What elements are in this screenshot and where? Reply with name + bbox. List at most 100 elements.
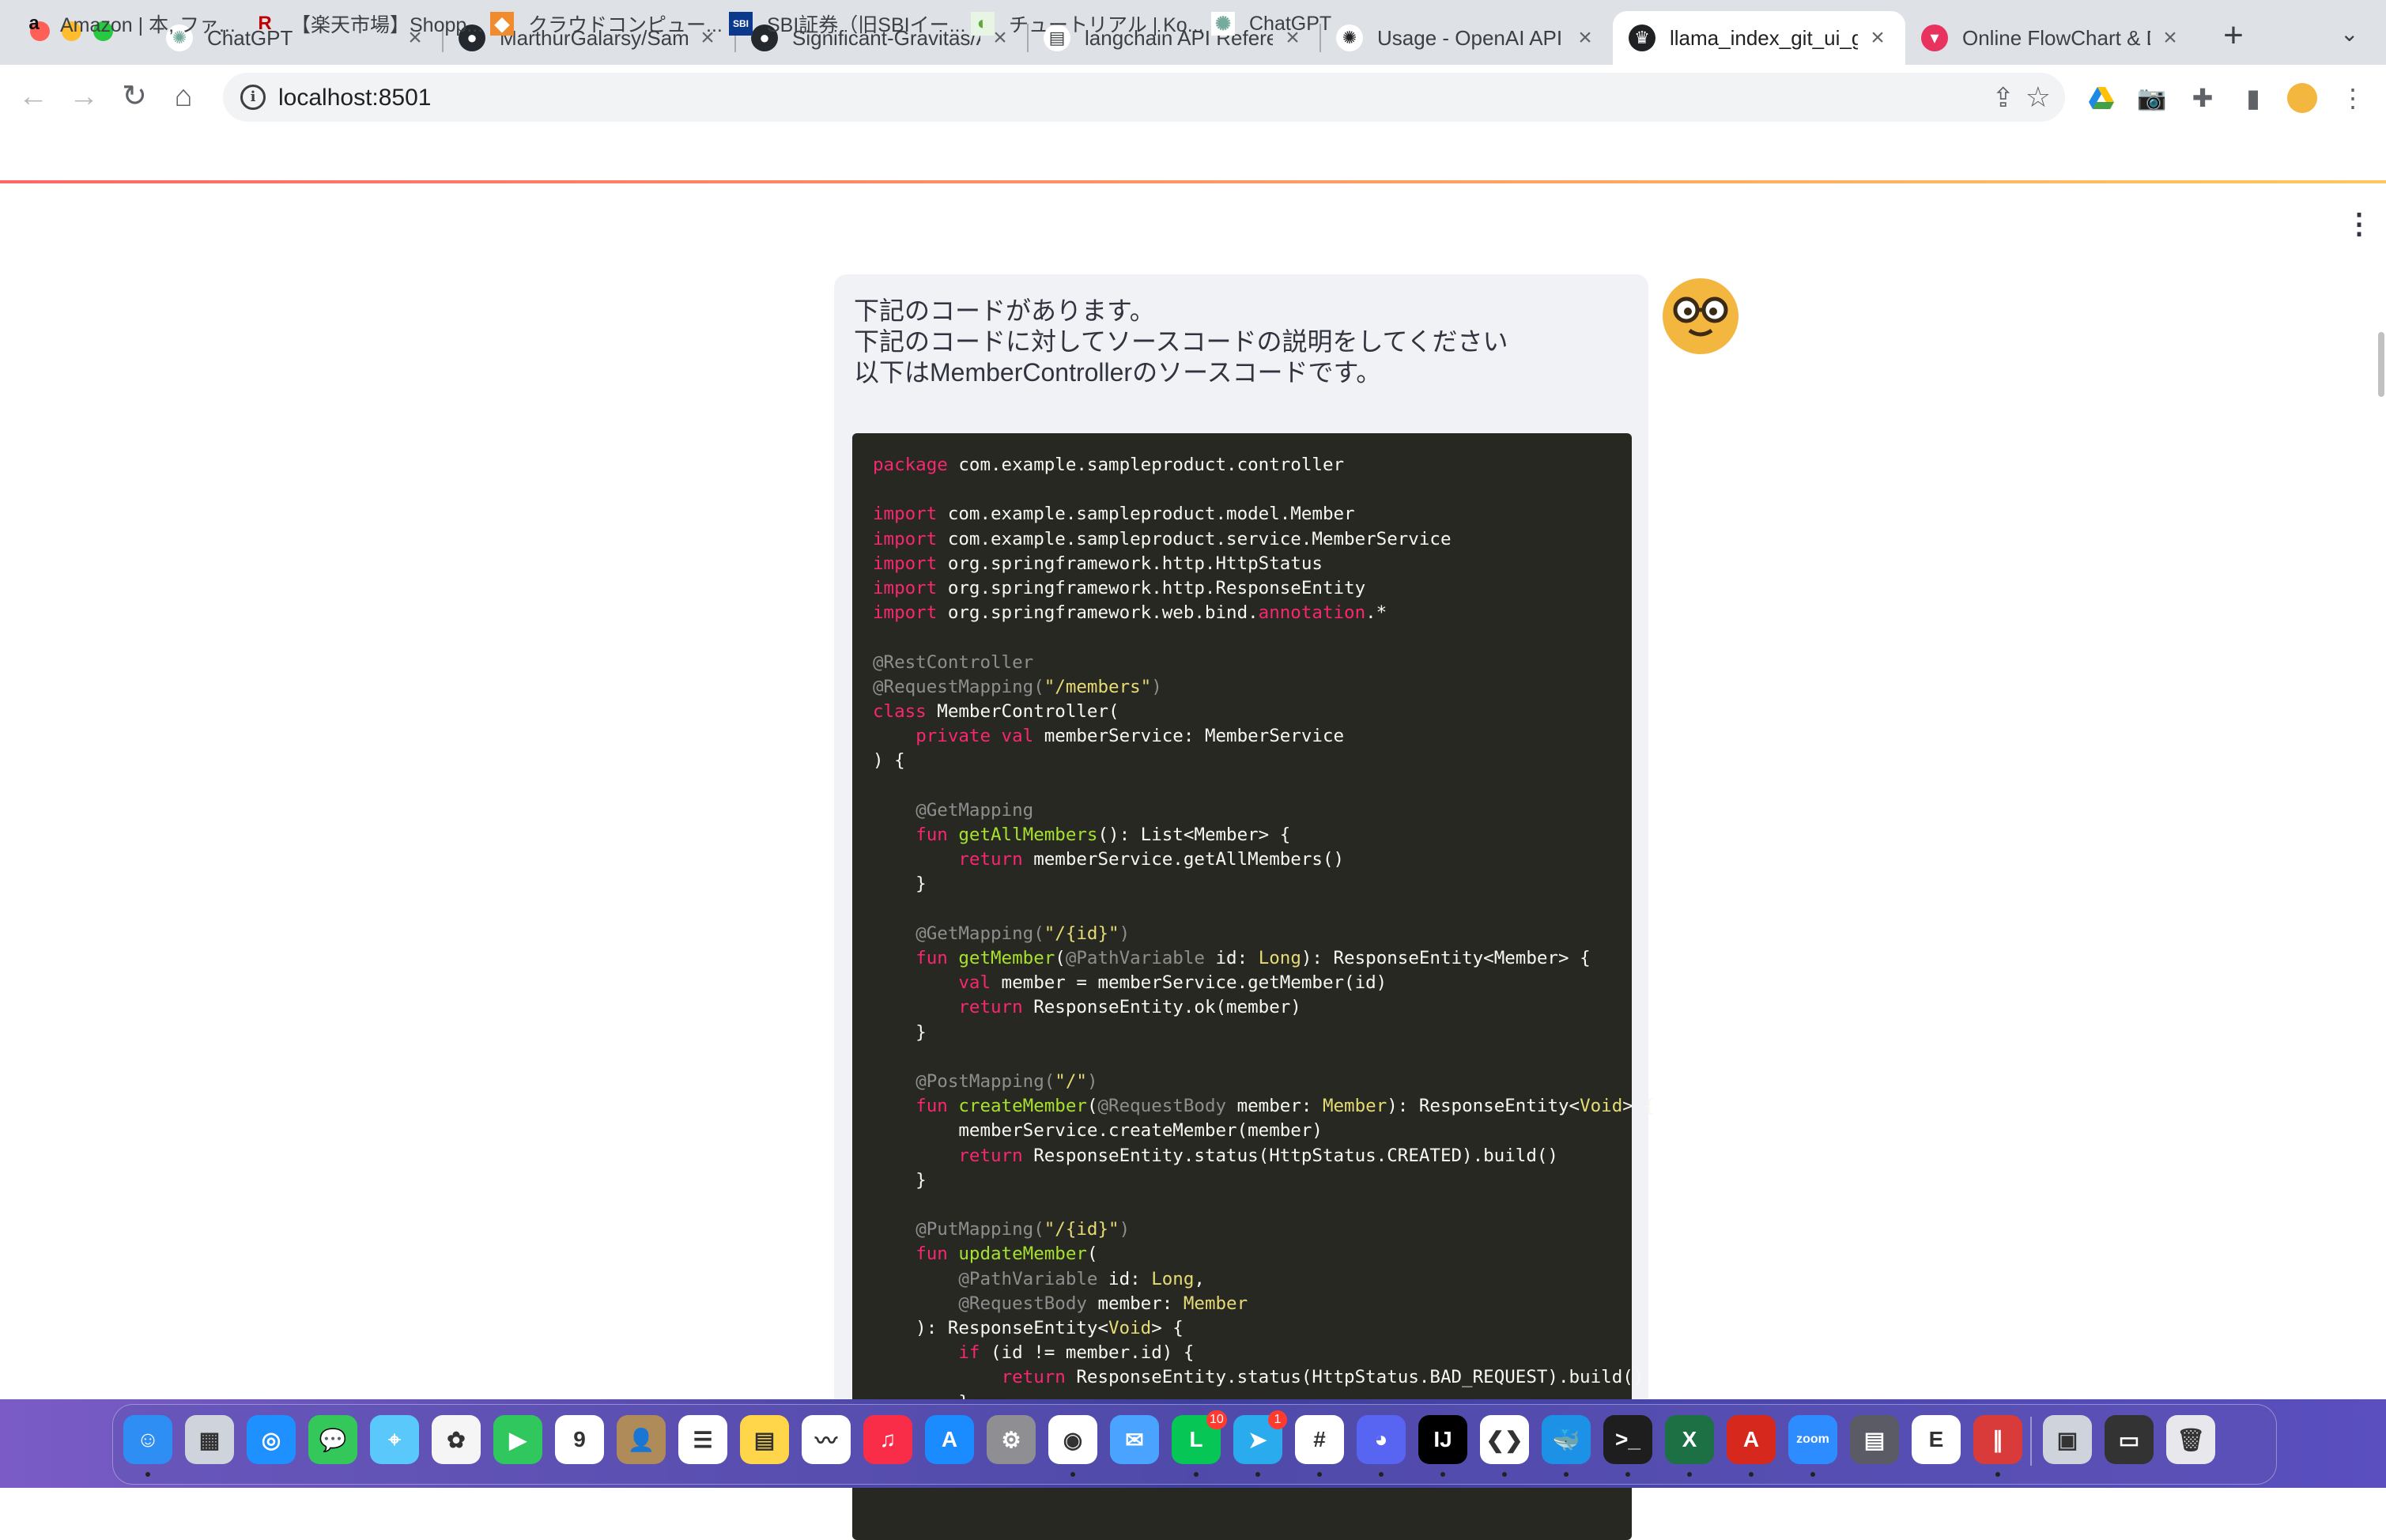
running-indicator: [1255, 1472, 1260, 1477]
slack-icon[interactable]: #: [1295, 1415, 1344, 1464]
site-info-icon[interactable]: i: [240, 85, 266, 110]
photos-icon[interactable]: ✿: [432, 1415, 481, 1464]
code-token: }: [873, 1169, 927, 1191]
maps-icon[interactable]: ⌖: [370, 1415, 419, 1464]
code-token: import: [873, 578, 938, 598]
new-tab-button[interactable]: +: [2214, 16, 2253, 55]
code-token: return: [958, 997, 1023, 1018]
vscode-icon[interactable]: ❮❯: [1480, 1415, 1529, 1464]
aws-icon: ◆: [490, 12, 514, 36]
profile-avatar[interactable]: [2286, 82, 2318, 114]
url-text[interactable]: localhost:8501: [278, 85, 431, 111]
close-tab-icon[interactable]: ×: [2158, 25, 2182, 51]
reload-button[interactable]: ↻: [117, 79, 152, 114]
bookmark-item[interactable]: ◆ クラウドコンピュー...: [490, 9, 723, 38]
code-token: createMember: [958, 1096, 1087, 1117]
code-token: memberService.createMember(member): [873, 1120, 1323, 1142]
extensions-puzzle-icon[interactable]: ✚: [2187, 82, 2218, 114]
app-menu-icon[interactable]: ⋮: [2345, 207, 2373, 240]
intellij-icon[interactable]: IJ: [1418, 1415, 1467, 1464]
system-settings-icon[interactable]: ⚙: [987, 1415, 1036, 1464]
excel-icon[interactable]: X: [1665, 1415, 1714, 1464]
camera-icon[interactable]: 📷: [2136, 82, 2168, 114]
safari-icon[interactable]: ◎: [247, 1415, 296, 1464]
chrome-menu-icon[interactable]: ⋮: [2337, 82, 2369, 114]
notes-icon[interactable]: ▤: [740, 1415, 789, 1464]
bookmark-item[interactable]: a Amazon | 本, ファ...: [22, 9, 236, 38]
google-drive-icon[interactable]: [2086, 82, 2117, 114]
code-token: memberService.getAllMembers(): [1022, 849, 1345, 870]
chrome-icon[interactable]: ◉: [1048, 1415, 1097, 1464]
freeform-icon[interactable]: 〰: [802, 1415, 851, 1464]
code-token: id:: [1204, 948, 1259, 968]
browser-tab[interactable]: ✺ Usage - OpenAI API ×: [1320, 11, 1613, 65]
code-line: private val memberService: MemberService: [873, 726, 1344, 746]
close-tab-icon[interactable]: ×: [1866, 25, 1890, 51]
scanner-icon[interactable]: ▤: [1850, 1415, 1899, 1464]
code-token: ): [1151, 676, 1162, 697]
bookmark-label: ChatGPT: [1249, 12, 1332, 35]
code-token: private val: [916, 726, 1034, 747]
bookmark-item[interactable]: ✺ ChatGPT: [1211, 9, 1331, 38]
share-icon[interactable]: ⇪: [1992, 82, 2015, 114]
calendar-icon[interactable]: 9: [555, 1415, 604, 1464]
code-token: ): [1086, 1071, 1098, 1092]
reminders-icon[interactable]: ☰: [678, 1415, 727, 1464]
messages-icon[interactable]: 💬: [308, 1415, 357, 1464]
finder-icon[interactable]: ☺: [123, 1415, 172, 1464]
code-token: getMember: [958, 948, 1055, 968]
bookmark-item[interactable]: ◐ チュートリアル | Ko...: [971, 9, 1204, 38]
browser-tab[interactable]: ▾ Online FlowChart & D ×: [1905, 11, 2198, 65]
code-line: }: [873, 1022, 927, 1043]
side-panel-icon[interactable]: ▮: [2237, 82, 2269, 114]
bookmark-item[interactable]: SBI SBI証券（旧SBIイー...: [729, 9, 965, 38]
trash-icon[interactable]: 🗑: [2166, 1415, 2215, 1464]
music-icon[interactable]: ♫: [863, 1415, 912, 1464]
code-token: MemberController(: [926, 701, 1119, 722]
code-token: @PathVariable: [958, 1268, 1098, 1289]
mail-icon[interactable]: ✉: [1110, 1415, 1159, 1464]
bookmark-star-icon[interactable]: ☆: [2025, 81, 2051, 114]
code-token: Long: [1258, 948, 1301, 968]
parallels-icon[interactable]: ∥: [1973, 1415, 2022, 1464]
code-token: ResponseEntity.status(HttpStatus.BAD_REQ…: [1065, 1367, 1644, 1388]
scrollbar[interactable]: [2378, 332, 2384, 397]
acrobat-icon[interactable]: A: [1727, 1415, 1776, 1464]
openai-icon: ✺: [1336, 25, 1363, 51]
home-button[interactable]: ⌂: [166, 79, 201, 114]
browser-tab[interactable]: ♛ llama_index_git_ui_g ×: [1613, 11, 1905, 65]
facetime-icon[interactable]: ▶: [493, 1415, 542, 1464]
app-store-icon[interactable]: A: [925, 1415, 974, 1464]
zoom-icon[interactable]: zoom: [1788, 1415, 1837, 1464]
tab-search-chevron-icon[interactable]: ⌄: [2340, 21, 2358, 47]
preview-icon[interactable]: ▣: [2043, 1415, 2092, 1464]
code-line: import com.example.sampleproduct.model.M…: [873, 504, 1355, 524]
code-token: fun: [916, 948, 948, 968]
notification-badge: 10: [1206, 1410, 1227, 1429]
textedit-icon[interactable]: E: [1912, 1415, 1961, 1464]
bookmark-label: Amazon | 本, ファ...: [60, 14, 236, 36]
code-token: "/": [1055, 1071, 1087, 1092]
flowchart-icon: ▾: [1921, 25, 1948, 51]
docker-icon[interactable]: 🐳: [1542, 1415, 1591, 1464]
terminal-icon[interactable]: >_: [1603, 1415, 1652, 1464]
bookmark-item[interactable]: R 【楽天市場】Shopp...: [253, 9, 483, 38]
code-line: @PostMapping("/"): [873, 1071, 1097, 1092]
code-token: ResponseEntity.status(HttpStatus.CREATED…: [1022, 1145, 1558, 1166]
screen-capture-icon[interactable]: ▭: [2105, 1415, 2154, 1464]
address-bar[interactable]: i localhost:8501 ⇪ ☆: [223, 73, 2065, 122]
contacts-icon[interactable]: 👤: [617, 1415, 666, 1464]
code-token: @GetMapping: [916, 799, 1034, 821]
close-tab-icon[interactable]: ×: [1573, 25, 1597, 51]
discord-icon[interactable]: ◕: [1357, 1415, 1406, 1464]
launchpad-icon[interactable]: ▦: [185, 1415, 234, 1464]
forward-button[interactable]: →: [66, 79, 101, 114]
streamlit-header-decoration: [0, 180, 2386, 183]
code-token: memberService: MemberService: [1033, 726, 1345, 747]
code-line: class MemberController(: [873, 701, 1119, 722]
back-button[interactable]: ←: [16, 79, 51, 114]
code-token: com.example.sampleproduct.controller: [947, 455, 1345, 475]
